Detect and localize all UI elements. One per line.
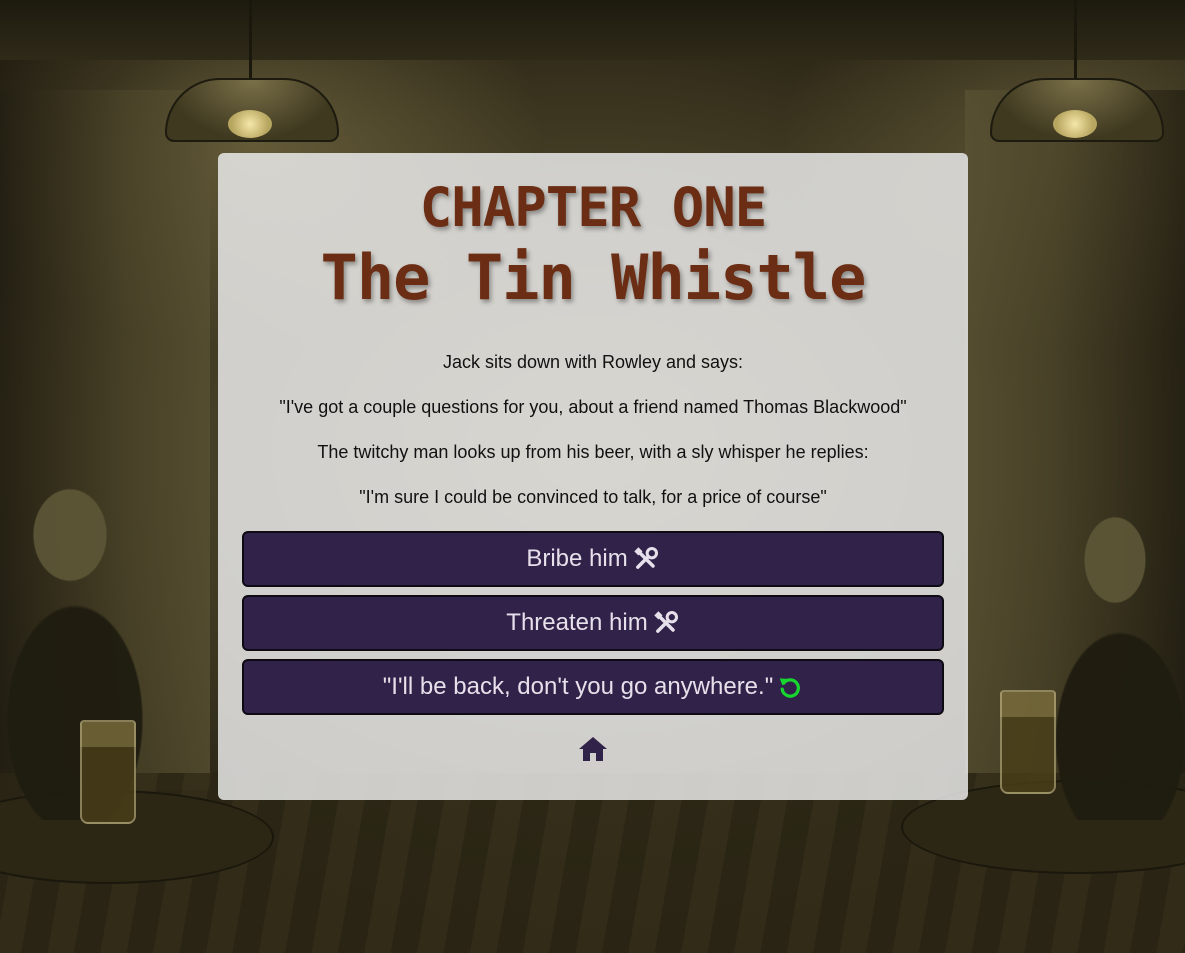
home-button[interactable] (242, 735, 944, 767)
tools-icon (652, 609, 680, 637)
story-card: CHAPTER ONE The Tin Whistle Jack sits do… (218, 153, 968, 800)
beer-glass-right (1000, 690, 1056, 794)
tools-icon (632, 545, 660, 573)
choice-label: Bribe him (526, 545, 628, 572)
leave-button[interactable]: "I'll be back, don't you go anywhere." (242, 659, 944, 715)
story-paragraph: "I've got a couple questions for you, ab… (279, 397, 907, 417)
story-paragraph: Jack sits down with Rowley and says: (442, 352, 744, 372)
hanging-lamp-left (165, 0, 339, 150)
story-paragraph: "I'm sure I could be convinced to talk, … (359, 487, 827, 507)
story-paragraph: The twitchy man looks up from his beer, … (317, 442, 869, 462)
restart-icon (777, 674, 803, 700)
choice-list: Bribe him Threaten him "I'll be back, do… (242, 531, 944, 715)
chapter-title: The Tin Whistle (320, 241, 867, 314)
choice-label: "I'll be back, don't you go anywhere." (382, 673, 774, 700)
story-text: Jack sits down with Rowley and says: "I'… (242, 351, 944, 508)
threaten-button[interactable]: Threaten him (242, 595, 944, 651)
choice-label: Threaten him (506, 609, 648, 636)
hanging-lamp-right (990, 0, 1164, 150)
home-icon (578, 735, 608, 767)
chapter-number: CHAPTER ONE (419, 176, 768, 239)
bribe-button[interactable]: Bribe him (242, 531, 944, 587)
beer-glass-left (80, 720, 136, 824)
